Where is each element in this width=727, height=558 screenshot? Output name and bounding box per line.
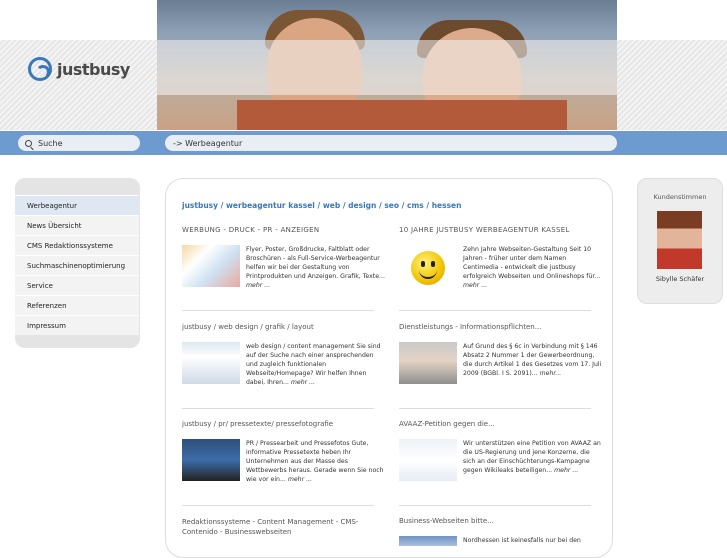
news-item: AVAAZ-Petition gegen die... Wir unterstü…: [399, 420, 604, 506]
news-item-text: Zehn Jahre Webseiten-Gestaltung Seit 10 …: [463, 246, 601, 289]
search-input[interactable]: Suche: [18, 135, 140, 151]
news-item-title[interactable]: 10 JAHRE JUSTBUSY WERBEAGENTUR KASSEL: [399, 226, 604, 234]
logo-icon: [28, 57, 52, 81]
sidebar-item-impressum[interactable]: Impressum: [15, 315, 139, 335]
more-link[interactable]: mehr ...: [291, 379, 315, 386]
page-title[interactable]: justbusy / werbeagentur kassel / web / d…: [182, 201, 461, 210]
divider: [182, 310, 374, 311]
divider: [399, 505, 591, 506]
news-item-title[interactable]: Dienstleistungs - Informationspflichten.…: [399, 323, 604, 331]
sidebar-item-werbeagentur[interactable]: Werbeagentur: [15, 195, 139, 215]
news-item: justbusy / web design / grafik / layout …: [182, 323, 387, 409]
sidebar-item-seo[interactable]: Suchmaschinenoptimierung: [15, 255, 139, 275]
testimonial-photo[interactable]: [657, 211, 702, 269]
testimonial-name[interactable]: Sibylle Schäfer: [638, 275, 722, 283]
news-item-title[interactable]: AVAAZ-Petition gegen die...: [399, 420, 604, 428]
news-item-thumbnail[interactable]: [182, 439, 240, 481]
more-link[interactable]: mehr ...: [246, 282, 270, 289]
more-link[interactable]: mehr ...: [288, 476, 312, 483]
divider: [182, 408, 374, 409]
testimonial-panel: Kundenstimmen Sibylle Schäfer: [637, 178, 723, 304]
divider: [399, 408, 591, 409]
news-item-title[interactable]: justbusy / pr/ pressetexte/ pressefotogr…: [182, 420, 387, 428]
testimonial-title: Kundenstimmen: [653, 193, 707, 201]
news-item-title[interactable]: Redaktionssysteme - Content Management -…: [182, 517, 362, 537]
sidebar-item-cms[interactable]: CMS Redaktionssysteme: [15, 235, 139, 255]
news-item-text: Wir unterstützen eine Petition von AVAAZ…: [463, 440, 601, 474]
news-item-thumbnail[interactable]: [399, 342, 457, 384]
news-item-title[interactable]: WERBUNG - DRUCK - PR - ANZEIGEN: [182, 226, 387, 234]
breadcrumb: -> Werbeagentur: [165, 135, 617, 151]
news-item-text: Flyer, Poster, Großdrucke, Faltblatt ode…: [246, 246, 385, 289]
news-item-thumbnail[interactable]: [182, 342, 240, 384]
news-item-thumbnail[interactable]: [182, 245, 240, 287]
search-icon: [25, 139, 32, 147]
news-item: Redaktionssysteme - Content Management -…: [182, 517, 362, 537]
logo-text: justbusy: [57, 59, 130, 79]
more-link[interactable]: mehr ...: [554, 467, 578, 474]
more-link[interactable]: mehr ...: [463, 282, 487, 289]
news-item: WERBUNG - DRUCK - PR - ANZEIGEN Flyer, P…: [182, 226, 387, 311]
divider: [182, 505, 374, 506]
sidebar-item-referenzen[interactable]: Referenzen: [15, 295, 139, 315]
news-item-title[interactable]: justbusy / web design / grafik / layout: [182, 323, 387, 331]
breadcrumb-text: -> Werbeagentur: [173, 138, 243, 148]
smiley-icon[interactable]: [399, 245, 457, 287]
news-item: Business-Webseiten bitte... Nordhessen i…: [399, 517, 604, 546]
logo[interactable]: justbusy: [28, 54, 130, 84]
news-item-text: web design / content management Sie sind…: [246, 343, 381, 386]
news-item-title[interactable]: Business-Webseiten bitte...: [399, 517, 604, 525]
news-item-text: Auf Grund des § 6c in Verbindung mit § 1…: [463, 343, 602, 377]
news-item: Dienstleistungs - Informationspflichten.…: [399, 323, 604, 409]
news-item-thumbnail[interactable]: [399, 439, 457, 481]
news-item: 10 JAHRE JUSTBUSY WERBEAGENTUR KASSEL Ze…: [399, 226, 604, 311]
sidebar-item-service[interactable]: Service: [15, 275, 139, 295]
news-item: justbusy / pr/ pressetexte/ pressefotogr…: [182, 420, 387, 506]
divider: [399, 310, 591, 311]
news-item-text: Nordhessen ist keinesfalls nur bei den: [463, 537, 581, 544]
sidebar-nav: Werbeagentur News Übersicht CMS Redaktio…: [15, 195, 139, 335]
search-label: Suche: [38, 138, 63, 148]
more-link[interactable]: mehr...: [540, 370, 562, 377]
hero-image: [157, 0, 617, 130]
sidebar-item-news[interactable]: News Übersicht: [15, 215, 139, 235]
news-item-text: PR / Pressearbeit und Pressefotos Gute, …: [246, 440, 384, 483]
